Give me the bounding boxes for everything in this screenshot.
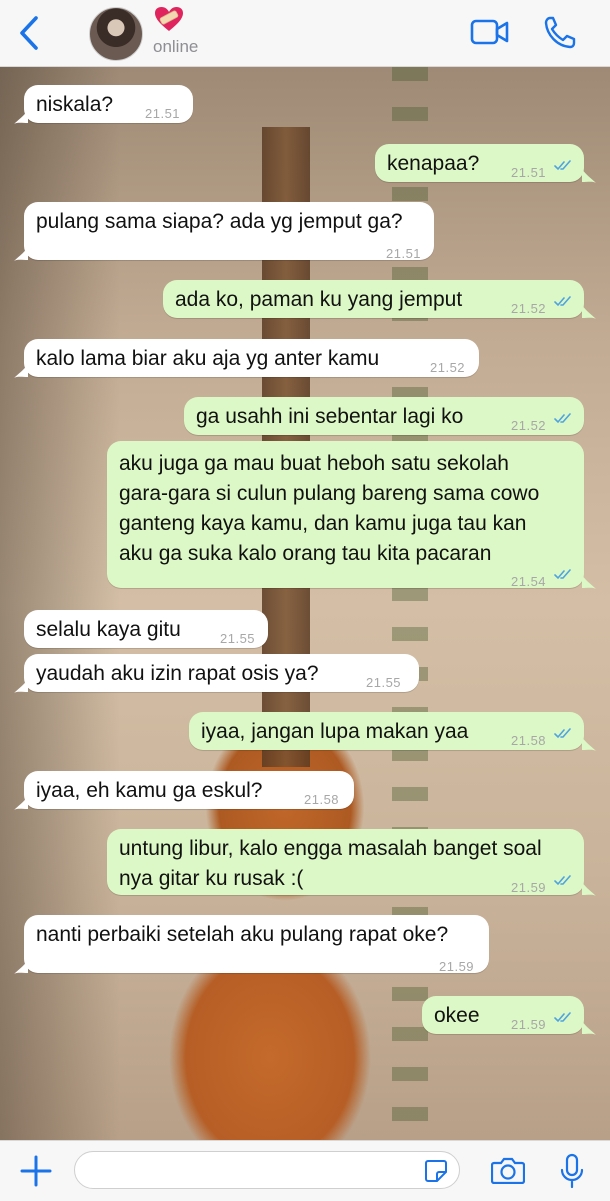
message-text: kalo lama biar aku aja yg anter kamu xyxy=(36,347,380,370)
message-outgoing[interactable]: untung libur, kalo engga masalah banget … xyxy=(107,829,584,895)
read-receipt-icon xyxy=(554,728,571,739)
bubble-tail xyxy=(14,110,28,124)
message-time: 21.54 xyxy=(511,574,547,589)
bubble-tail xyxy=(582,882,596,896)
message-text: ada ko, paman ku yang jemput xyxy=(175,288,463,311)
message-incoming[interactable]: niskala? 21.51 xyxy=(24,85,193,123)
message-text: selalu kaya gitu xyxy=(36,618,181,641)
message-time: 21.59 xyxy=(511,880,547,895)
plus-icon[interactable] xyxy=(20,1155,52,1187)
message-outgoing[interactable]: kenapaa? 21.51 xyxy=(375,144,584,182)
bubble-tail xyxy=(582,305,596,319)
bubble-tail xyxy=(14,960,28,974)
back-chevron-icon[interactable] xyxy=(14,14,44,52)
message-text: niskala? xyxy=(36,93,114,116)
read-receipt-icon xyxy=(554,1012,571,1023)
bubble-tail xyxy=(582,169,596,183)
bubble-tail xyxy=(14,796,28,810)
message-outgoing[interactable]: aku juga ga mau buat heboh satu sekolah … xyxy=(107,441,584,589)
message-time: 21.51 xyxy=(386,246,422,261)
video-call-icon[interactable] xyxy=(470,17,510,47)
message-text: iyaa, jangan lupa makan yaa xyxy=(201,720,469,743)
message-text: iyaa, eh kamu ga eskul? xyxy=(36,779,263,802)
message-incoming[interactable]: pulang sama siapa? ada yg jemput ga? 21.… xyxy=(24,202,434,261)
message-incoming[interactable]: yaudah aku izin rapat osis ya? 21.55 xyxy=(24,654,419,692)
message-outgoing[interactable]: ga usahh ini sebentar lagi ko 21.52 xyxy=(184,397,584,435)
bubble-tail xyxy=(14,247,28,261)
bubble-tail xyxy=(14,364,28,378)
phone-call-icon[interactable] xyxy=(544,15,576,49)
message-incoming[interactable]: kalo lama biar aku aja yg anter kamu 21.… xyxy=(24,339,479,377)
message-time: 21.55 xyxy=(220,631,256,646)
message-outgoing[interactable]: ada ko, paman ku yang jemput 21.52 xyxy=(163,280,584,318)
message-time: 21.51 xyxy=(511,165,547,180)
bubble-tail xyxy=(14,679,28,693)
chat-area[interactable]: niskala? 21.51 kenapaa? 21.51 pulang sam… xyxy=(0,67,610,1140)
message-text: ga usahh ini sebentar lagi ko xyxy=(196,405,464,428)
message-input[interactable] xyxy=(74,1151,460,1189)
contact-avatar[interactable] xyxy=(89,7,143,61)
message-text: pulang sama siapa? ada yg jemput ga? xyxy=(36,210,403,233)
message-text: untung libur, kalo engga masalah banget … xyxy=(119,837,542,890)
bubble-tail xyxy=(582,1021,596,1035)
message-time: 21.55 xyxy=(366,675,402,690)
read-receipt-icon xyxy=(554,569,571,580)
heart-with-bandage-icon xyxy=(155,7,183,31)
message-composer xyxy=(0,1140,610,1201)
sticker-icon[interactable] xyxy=(424,1159,448,1183)
message-time: 21.59 xyxy=(511,1017,547,1032)
message-text: aku juga ga mau buat heboh satu sekolah … xyxy=(119,452,540,565)
message-text: okee xyxy=(434,1004,480,1027)
message-incoming[interactable]: nanti perbaiki setelah aku pulang rapat … xyxy=(24,915,489,974)
bubble-tail xyxy=(582,575,596,589)
contact-status: online xyxy=(153,37,199,56)
read-receipt-icon xyxy=(554,296,571,307)
message-incoming[interactable]: selalu kaya gitu 21.55 xyxy=(24,610,268,648)
message-text: kenapaa? xyxy=(387,152,480,175)
microphone-icon[interactable] xyxy=(560,1153,584,1189)
message-time: 21.52 xyxy=(430,360,466,375)
message-time: 21.58 xyxy=(304,792,340,807)
message-outgoing[interactable]: iyaa, jangan lupa makan yaa 21.58 xyxy=(189,712,584,750)
read-receipt-icon xyxy=(554,413,571,424)
read-receipt-icon xyxy=(554,875,571,886)
message-time: 21.59 xyxy=(439,959,475,974)
camera-icon[interactable] xyxy=(491,1156,525,1184)
message-text: nanti perbaiki setelah aku pulang rapat … xyxy=(36,923,449,946)
message-time: 21.52 xyxy=(511,301,547,316)
message-incoming[interactable]: iyaa, eh kamu ga eskul? 21.58 xyxy=(24,771,354,809)
message-time: 21.52 xyxy=(511,418,547,433)
message-time: 21.58 xyxy=(511,733,547,748)
read-receipt-icon xyxy=(554,160,571,171)
message-outgoing[interactable]: okee 21.59 xyxy=(422,996,584,1034)
chat-header: online xyxy=(0,0,610,67)
message-time: 21.51 xyxy=(145,106,181,121)
bubble-tail xyxy=(582,737,596,751)
message-text: yaudah aku izin rapat osis ya? xyxy=(36,662,319,685)
